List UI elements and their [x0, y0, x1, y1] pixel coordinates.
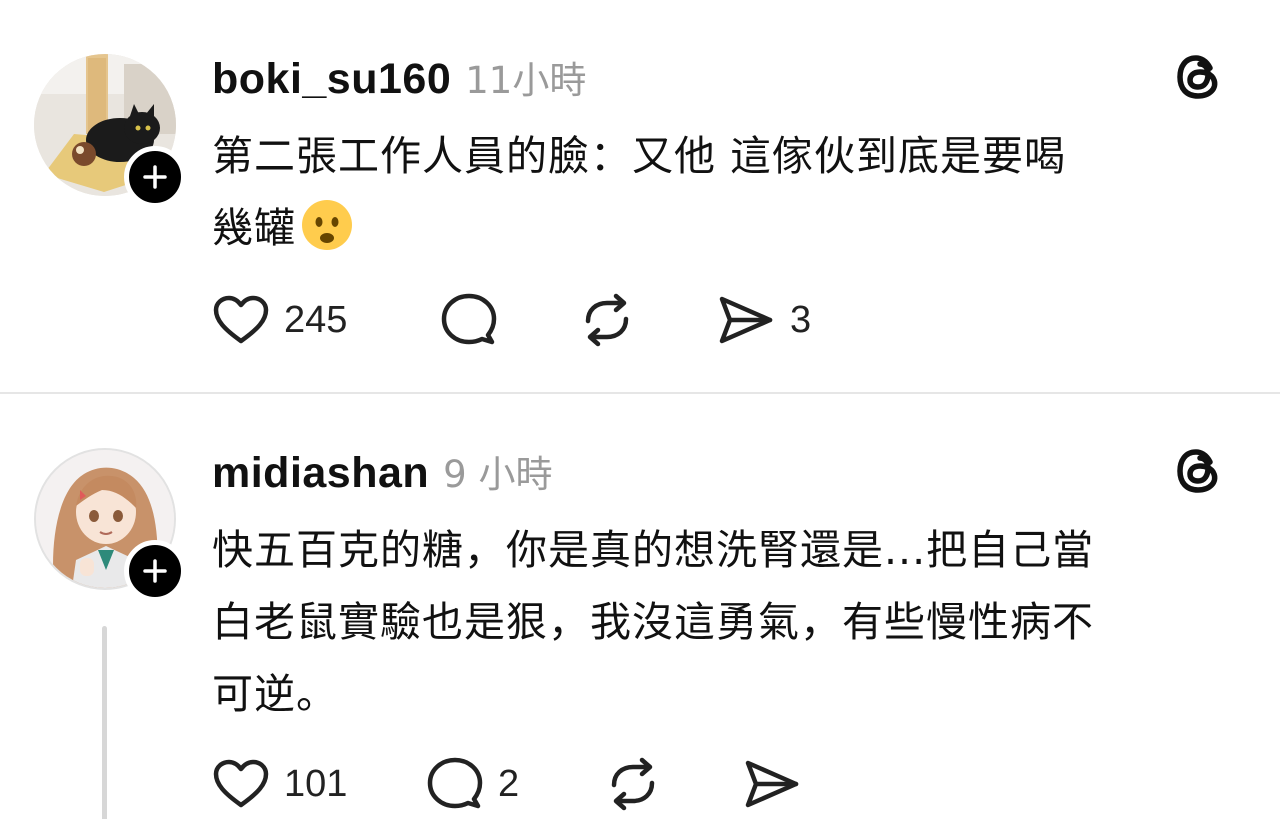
share-button[interactable] — [742, 754, 802, 814]
repost-icon — [585, 293, 629, 347]
plus-icon — [143, 559, 167, 583]
post: boki_su160 11小時 第二張工作人員的臉：又他 這傢伙到底是要喝 幾罐… — [0, 0, 1280, 392]
comment-icon — [441, 293, 497, 345]
share-button[interactable]: 3 — [716, 290, 811, 350]
follow-button[interactable] — [124, 146, 186, 208]
like-button[interactable]: 101 — [212, 754, 347, 814]
post: midiashan 9 小時 快五百克的糖，你是真的想洗腎還是...把自己當 白… — [0, 394, 1280, 819]
thread-connector-line — [102, 626, 107, 819]
threads-logo-icon[interactable] — [1172, 444, 1226, 498]
repost-button[interactable] — [604, 754, 662, 814]
reply-button[interactable]: 2 — [426, 754, 519, 814]
post-text: 第二張工作人員的臉：又他 這傢伙到底是要喝 幾罐 — [212, 120, 1252, 264]
reply-count: 2 — [498, 762, 520, 805]
repost-icon — [611, 757, 655, 811]
reply-button[interactable] — [440, 290, 498, 350]
send-icon — [745, 760, 799, 808]
heart-icon — [213, 759, 269, 808]
share-count: 3 — [790, 298, 812, 341]
frowning-face-emoji — [302, 200, 352, 250]
timestamp: 9 小時 — [443, 453, 553, 496]
like-count: 101 — [284, 762, 348, 805]
heart-icon — [213, 295, 269, 344]
plus-icon — [143, 165, 167, 189]
repost-button[interactable] — [578, 290, 636, 350]
like-button[interactable]: 245 — [212, 290, 347, 350]
post-header: midiashan 9 小時 — [212, 444, 552, 500]
username[interactable]: midiashan — [212, 449, 429, 498]
threads-feed: boki_su160 11小時 第二張工作人員的臉：又他 這傢伙到底是要喝 幾罐… — [0, 0, 1280, 819]
post-text: 快五百克的糖，你是真的想洗腎還是...把自己當 白老鼠實驗也是狠，我沒這勇氣，有… — [212, 526, 1095, 718]
username[interactable]: boki_su160 — [212, 55, 451, 104]
like-count: 245 — [284, 298, 348, 341]
timestamp: 11小時 — [465, 59, 587, 102]
send-icon — [719, 296, 773, 344]
threads-logo-icon[interactable] — [1172, 50, 1226, 104]
follow-button[interactable] — [124, 540, 186, 602]
post-header: boki_su160 11小時 — [212, 50, 586, 106]
comment-icon — [427, 757, 483, 809]
